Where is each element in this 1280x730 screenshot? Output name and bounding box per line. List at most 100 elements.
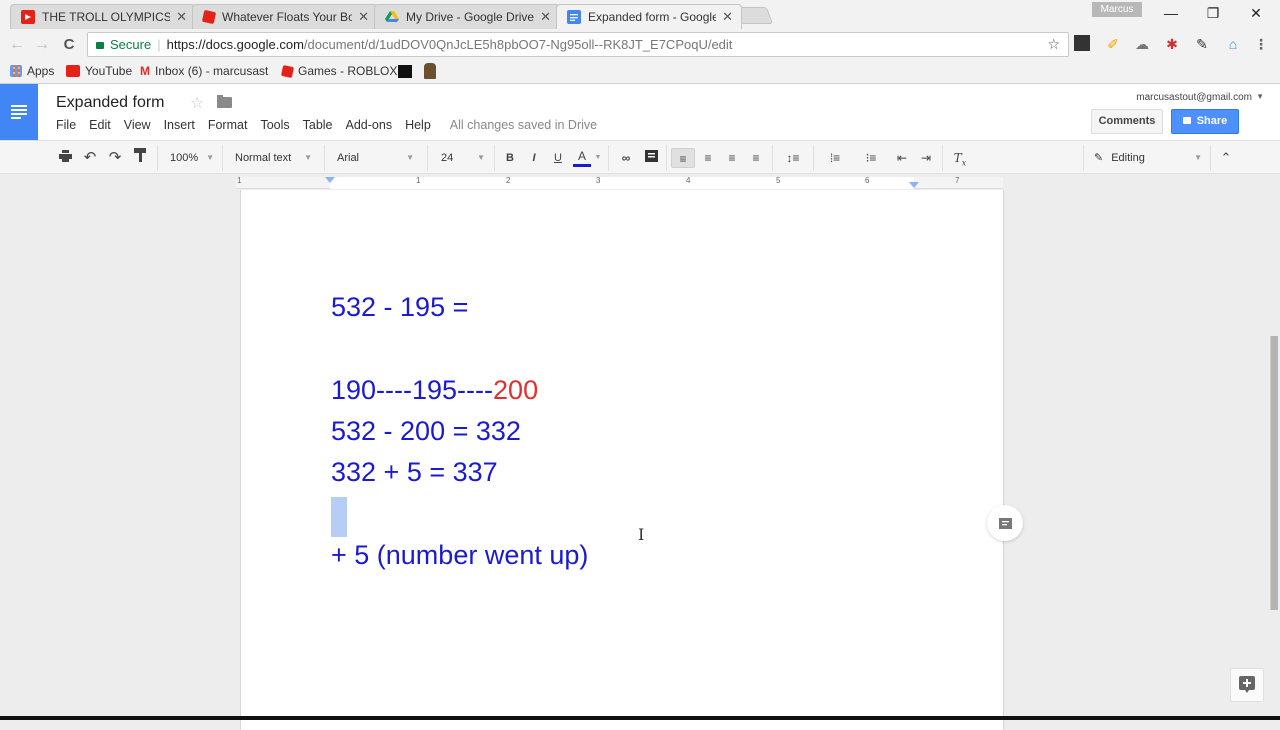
font-size-select[interactable]: 24 ▼ [441, 148, 485, 168]
align-justify-button[interactable]: ≡ [746, 148, 766, 168]
browser-tab-expanded-form[interactable]: Expanded form - Google ✕ [556, 4, 742, 29]
undo-icon[interactable]: ↶ [81, 148, 99, 168]
bulleted-list-icon[interactable]: ⁝≡ [855, 148, 887, 168]
chrome-menu-icon[interactable]: ⋮ [1252, 35, 1270, 53]
account-caret-icon[interactable]: ▼ [1256, 92, 1264, 101]
extension-house-icon[interactable]: ⌂ [1224, 35, 1242, 53]
doc-line-1: 532 - 195 = [331, 292, 469, 322]
right-indent-handle[interactable] [909, 182, 919, 188]
menu-tools[interactable]: Tools [260, 118, 289, 132]
reload-button[interactable]: C [58, 34, 80, 56]
gmail-icon: M [140, 64, 150, 78]
menu-help[interactable]: Help [405, 118, 431, 132]
highlighted-number: 200 [493, 375, 539, 405]
align-center-button[interactable]: ≡ [698, 148, 718, 168]
youtube-icon [66, 65, 80, 77]
profile-chip[interactable]: Marcus [1092, 2, 1142, 17]
bookmark-label: YouTube [85, 64, 133, 78]
zoom-select[interactable]: 100% ▼ [170, 148, 214, 168]
google-docs-icon [567, 10, 581, 24]
save-status[interactable]: All changes saved in Drive [450, 118, 597, 132]
extension-cloud-icon[interactable]: ☁ [1133, 35, 1151, 53]
doc-line-2: 190----195----200 [331, 375, 538, 406]
extension-paw-icon[interactable]: ✱ [1163, 35, 1181, 53]
clear-formatting-icon[interactable]: Tx [950, 148, 970, 168]
browser-tab-my-drive[interactable]: My Drive - Google Drive ✕ [374, 4, 560, 29]
menu-addons[interactable]: Add-ons [346, 118, 393, 132]
scrollbar[interactable] [1270, 336, 1278, 610]
redo-icon[interactable]: ↷ [106, 148, 124, 168]
account-email[interactable]: marcusastout@gmail.com [1136, 92, 1252, 103]
share-button[interactable]: Share [1171, 109, 1239, 134]
extension-unicorn-icon[interactable] [1074, 35, 1090, 51]
add-comment-button[interactable] [987, 505, 1023, 541]
close-window-button[interactable]: ✕ [1234, 2, 1278, 24]
forward-button[interactable]: → [31, 34, 53, 56]
chevron-down-icon[interactable]: ▼ [594, 148, 602, 168]
close-tab-icon[interactable]: ✕ [358, 9, 369, 25]
explore-button[interactable] [1230, 668, 1264, 702]
ruler: 1 1 2 3 4 5 6 7 [0, 174, 1280, 190]
print-icon[interactable] [56, 148, 74, 168]
lock-icon [96, 42, 104, 49]
editing-mode-select[interactable]: ✎ Editing ▼ [1094, 148, 1202, 168]
minimize-button[interactable]: — [1149, 2, 1193, 24]
increase-indent-icon[interactable]: ⇥ [917, 148, 935, 168]
line-spacing-icon[interactable]: ↕≡ [779, 148, 807, 168]
close-tab-icon[interactable]: ✕ [176, 9, 187, 25]
text-color-button[interactable]: A [573, 148, 591, 167]
back-button[interactable]: ← [6, 34, 28, 56]
collapse-menu-icon[interactable]: ⌃ [1216, 148, 1236, 168]
bookmark-roblox[interactable]: Games - ROBLOX [280, 64, 397, 78]
document-title[interactable]: Expanded form [56, 94, 165, 112]
left-indent-handle[interactable] [325, 177, 335, 183]
restore-button[interactable]: ❐ [1191, 2, 1235, 24]
menu-insert[interactable]: Insert [164, 118, 195, 132]
menu-view[interactable]: View [124, 118, 151, 132]
browser-tab-whatever-floats[interactable]: Whatever Floats Your Bo ✕ [192, 4, 378, 29]
insert-link-icon[interactable]: ∞ [616, 148, 636, 168]
browser-tab-troll-olympics[interactable]: THE TROLL OLYMPICS!! - ✕ [10, 4, 196, 29]
youtube-icon [21, 10, 35, 24]
close-tab-icon[interactable]: ✕ [540, 9, 551, 25]
comments-button[interactable]: Comments [1091, 109, 1163, 134]
address-bar[interactable]: Secure | https://docs.google.com/document/… [87, 32, 1069, 57]
menu-file[interactable]: File [56, 118, 76, 132]
insert-comment-icon[interactable] [643, 148, 659, 168]
star-icon[interactable]: ☆ [190, 93, 204, 113]
underline-button[interactable]: U [550, 148, 566, 168]
extension-pencil-orange-icon[interactable]: ✐ [1104, 35, 1122, 53]
doc-line-4: 332 + 5 = 337 [331, 457, 498, 487]
docs-home-button[interactable] [0, 84, 38, 140]
bookmark-apps[interactable]: Apps [10, 64, 54, 78]
font-select[interactable]: Arial ▼ [337, 148, 414, 168]
document-page[interactable]: 532 - 195 = 190----195----200 532 - 200 … [240, 190, 1004, 730]
screen-bottom-edge [0, 716, 1280, 720]
close-tab-icon[interactable]: ✕ [722, 9, 733, 25]
menu-edit[interactable]: Edit [89, 118, 111, 132]
docs-header: Expanded form ☆ File Edit View Insert Fo… [0, 84, 1280, 140]
bold-button[interactable]: B [502, 148, 518, 168]
lock-icon [1182, 117, 1191, 124]
folder-icon[interactable] [217, 95, 232, 108]
bookmark-label: Inbox (6) - marcusast [155, 64, 268, 78]
align-right-button[interactable]: ≡ [722, 148, 742, 168]
style-value: Normal text [235, 152, 292, 164]
ruler-number: 5 [776, 176, 781, 185]
font-value: Arial [337, 152, 360, 164]
extension-pen-icon[interactable]: ✎ [1193, 35, 1211, 53]
bookmark-star-icon[interactable]: ☆ [1047, 33, 1060, 56]
align-left-button[interactable]: ≡ [671, 148, 695, 168]
decrease-indent-icon[interactable]: ⇤ [893, 148, 911, 168]
bookmark-black-square-icon[interactable] [398, 65, 412, 78]
paragraph-style-select[interactable]: Normal text ▼ [235, 148, 312, 168]
italic-button[interactable]: I [526, 148, 542, 168]
bookmark-figure-icon[interactable] [424, 63, 436, 79]
menu-table[interactable]: Table [303, 118, 333, 132]
numbered-list-icon[interactable]: ⁞≡ [820, 148, 850, 168]
paint-format-icon[interactable] [131, 148, 149, 168]
menu-format[interactable]: Format [208, 118, 248, 132]
bookmark-youtube[interactable]: YouTube [66, 64, 132, 78]
bookmark-inbox[interactable]: M Inbox (6) - marcusast [140, 64, 268, 78]
ruler-number: 1 [416, 176, 421, 185]
